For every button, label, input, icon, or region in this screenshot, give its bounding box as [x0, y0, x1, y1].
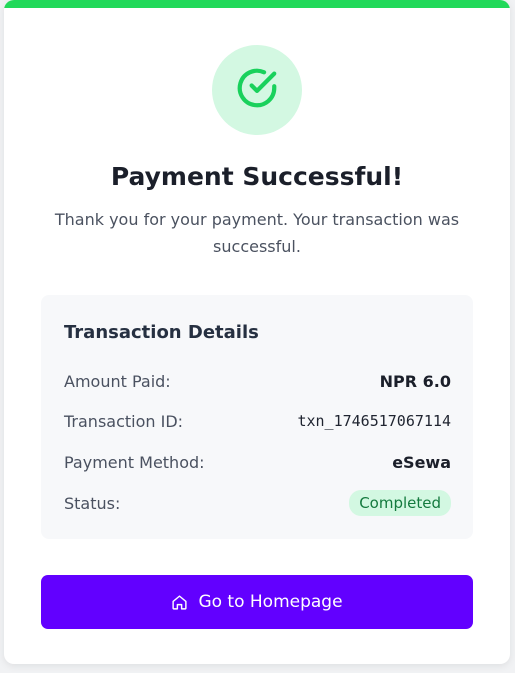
page-title: Payment Successful!: [110, 162, 404, 191]
top-accent-bar: [4, 0, 510, 8]
go-to-homepage-button[interactable]: Go to Homepage: [41, 575, 473, 629]
payment-success-card: Payment Successful! Thank you for your p…: [4, 0, 510, 664]
home-icon: [171, 594, 188, 611]
detail-row-amount: Amount Paid: NPR 6.0: [64, 366, 451, 396]
status-label: Status:: [64, 493, 121, 513]
amount-value: NPR 6.0: [379, 371, 451, 391]
transaction-details-panel: Transaction Details Amount Paid: NPR 6.0…: [41, 295, 473, 539]
payment-method-label: Payment Method:: [64, 452, 205, 472]
transaction-id-label: Transaction ID:: [64, 411, 184, 431]
go-to-homepage-label: Go to Homepage: [198, 592, 343, 612]
status-badge: Completed: [349, 490, 451, 516]
success-badge: [212, 45, 302, 135]
amount-label: Amount Paid:: [64, 371, 171, 391]
check-circle-icon: [234, 65, 280, 115]
payment-method-value: eSewa: [392, 452, 451, 472]
detail-row-payment-method: Payment Method: eSewa: [64, 447, 451, 477]
details-heading: Transaction Details: [64, 322, 259, 343]
success-message: Thank you for your payment. Your transac…: [54, 210, 460, 256]
detail-row-status: Status: Completed: [64, 488, 451, 518]
transaction-id-value: txn_1746517067114: [297, 412, 451, 430]
detail-row-transaction-id: Transaction ID: txn_1746517067114: [64, 406, 451, 436]
